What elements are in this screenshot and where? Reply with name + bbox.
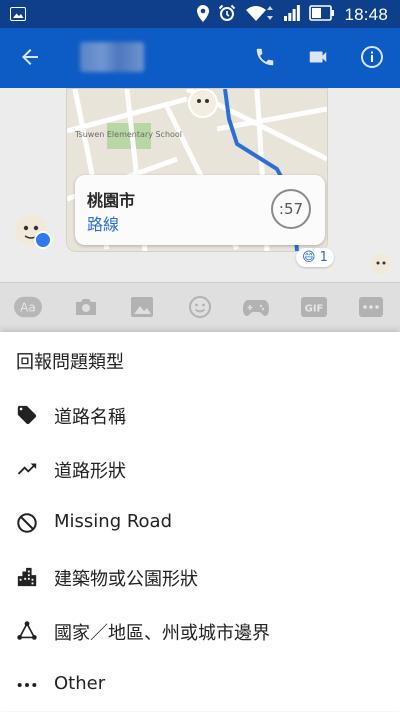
info-icon[interactable] [360,45,384,73]
map-school-label: Tsuwen Elementary School [74,130,182,139]
sheet-title: 回報問題類型 [16,352,124,373]
option-boundary[interactable]: 國家／地區、州或城市邊界 [0,604,400,658]
sender-avatar [14,213,52,249]
option-other[interactable]: Other [0,658,400,712]
back-arrow-icon[interactable] [18,45,42,73]
games-icon[interactable] [242,295,270,319]
reaction-count: 1 [319,250,328,265]
gallery-notification-icon [10,6,26,25]
emoji-icon[interactable] [186,295,214,319]
alarm-icon [218,4,236,26]
reaction-emoji: 😄 [302,250,316,265]
reaction-badge[interactable]: 😄 1 [296,248,334,267]
svg-text:Aa: Aa [20,301,36,315]
svg-text:GIF: GIF [305,304,324,315]
text-input-button[interactable]: Aa [14,295,42,319]
gif-button[interactable]: GIF [300,295,328,319]
cellular-signal-icon [284,5,301,25]
status-bar: 18:48 [0,0,400,28]
tag-icon [16,404,38,426]
option-road-shape[interactable]: 道路形狀 [0,442,400,496]
trending-up-icon [16,458,38,480]
network-triangle-icon [16,620,38,642]
option-missing-road[interactable]: Missing Road [0,496,400,550]
option-label: 國家／地區、州或城市邊界 [54,623,270,644]
chat-area: Tsuwen Elementary School 桃園市 路線 :57 😄 1 [0,88,400,282]
messenger-badge-icon [34,231,52,249]
conversation-header [0,28,400,88]
option-label: 道路名稱 [54,407,126,428]
seen-avatar [370,253,392,275]
wifi-icon [245,4,275,26]
location-pin-icon [197,4,210,26]
option-building-park-shape[interactable]: 建築物或公園形狀 [0,550,400,604]
option-label: 建築物或公園形狀 [54,569,198,590]
contact-name-blurred [80,42,144,72]
battery-icon [309,5,335,25]
route-link[interactable]: 路線 [87,211,119,235]
camera-icon[interactable] [72,295,100,319]
option-label: Missing Road [54,511,173,532]
option-road-name[interactable]: 道路名稱 [0,388,400,442]
video-call-icon[interactable] [306,46,330,72]
option-label: 道路形狀 [54,461,126,482]
more-horizontal-icon [16,674,38,696]
block-icon [16,512,38,534]
clock: 18:48 [344,5,388,24]
phone-call-icon[interactable] [254,46,276,72]
option-label: Other [54,673,106,694]
report-issue-sheet: 回報問題類型 道路名稱 道路形狀 Missing Road 建築物或公園形狀 國… [0,332,400,711]
location-city: 桃園市 [87,191,136,210]
location-info-card[interactable]: 桃園市 路線 :57 [75,175,325,245]
gallery-icon[interactable] [128,295,156,319]
countdown-timer: :57 [271,189,311,229]
composer-toolbar: Aa GIF [0,282,400,333]
buildings-icon [16,566,38,588]
more-options-icon[interactable] [357,295,385,319]
